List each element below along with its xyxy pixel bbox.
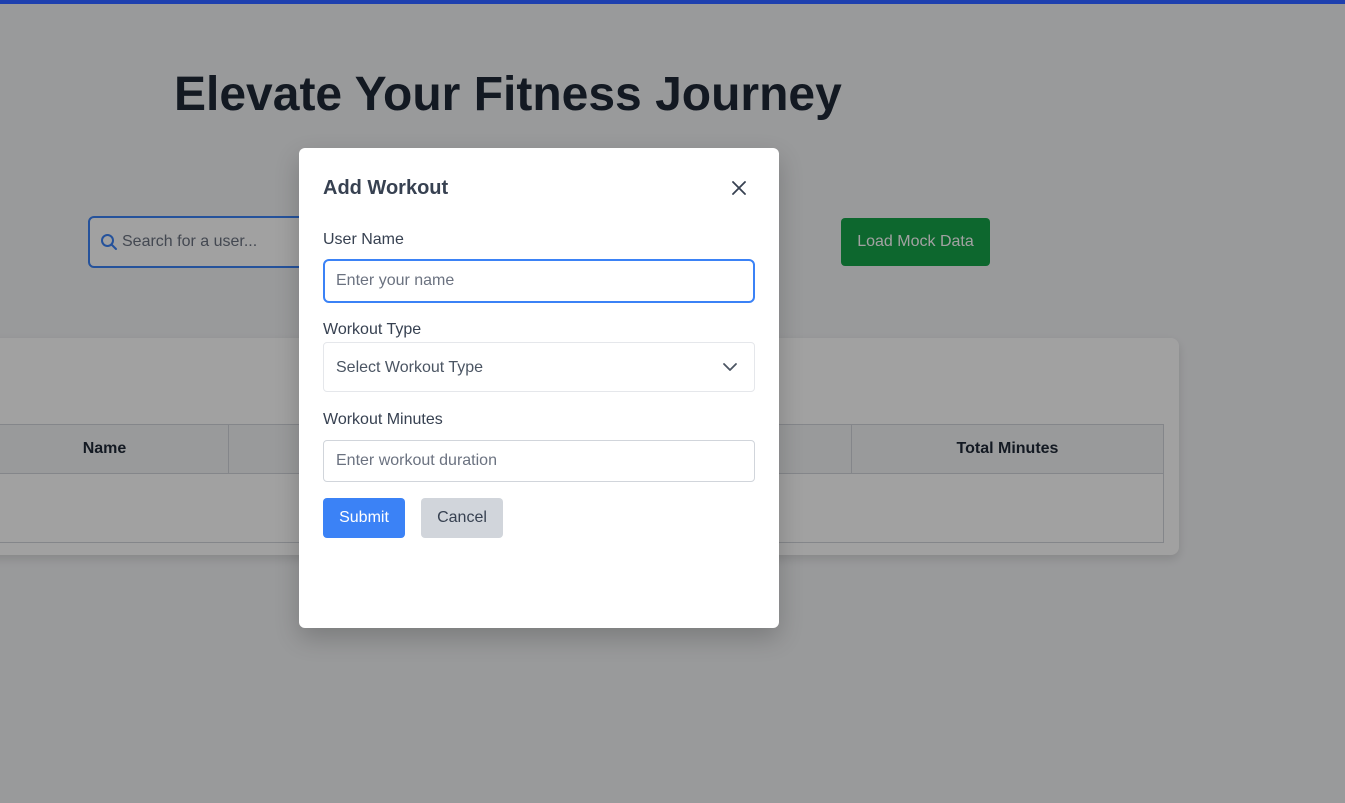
submit-button[interactable]: Submit: [323, 498, 405, 538]
add-workout-modal: Add Workout User Name Workout Type Selec…: [299, 148, 779, 628]
user-name-input[interactable]: [323, 259, 755, 303]
cancel-button[interactable]: Cancel: [421, 498, 503, 538]
chevron-down-icon: [723, 363, 737, 371]
workout-type-label: Workout Type: [323, 321, 422, 338]
close-icon: [732, 181, 746, 195]
workout-type-select[interactable]: Select Workout Type: [323, 342, 755, 392]
workout-minutes-input[interactable]: [323, 440, 755, 482]
workout-type-selected-value: Select Workout Type: [336, 359, 484, 376]
top-accent-bar: [0, 0, 1345, 4]
modal-title: Add Workout: [323, 177, 449, 199]
workout-minutes-label: Workout Minutes: [323, 411, 443, 428]
modal-close-button[interactable]: [725, 174, 753, 202]
user-name-label: User Name: [323, 231, 404, 248]
